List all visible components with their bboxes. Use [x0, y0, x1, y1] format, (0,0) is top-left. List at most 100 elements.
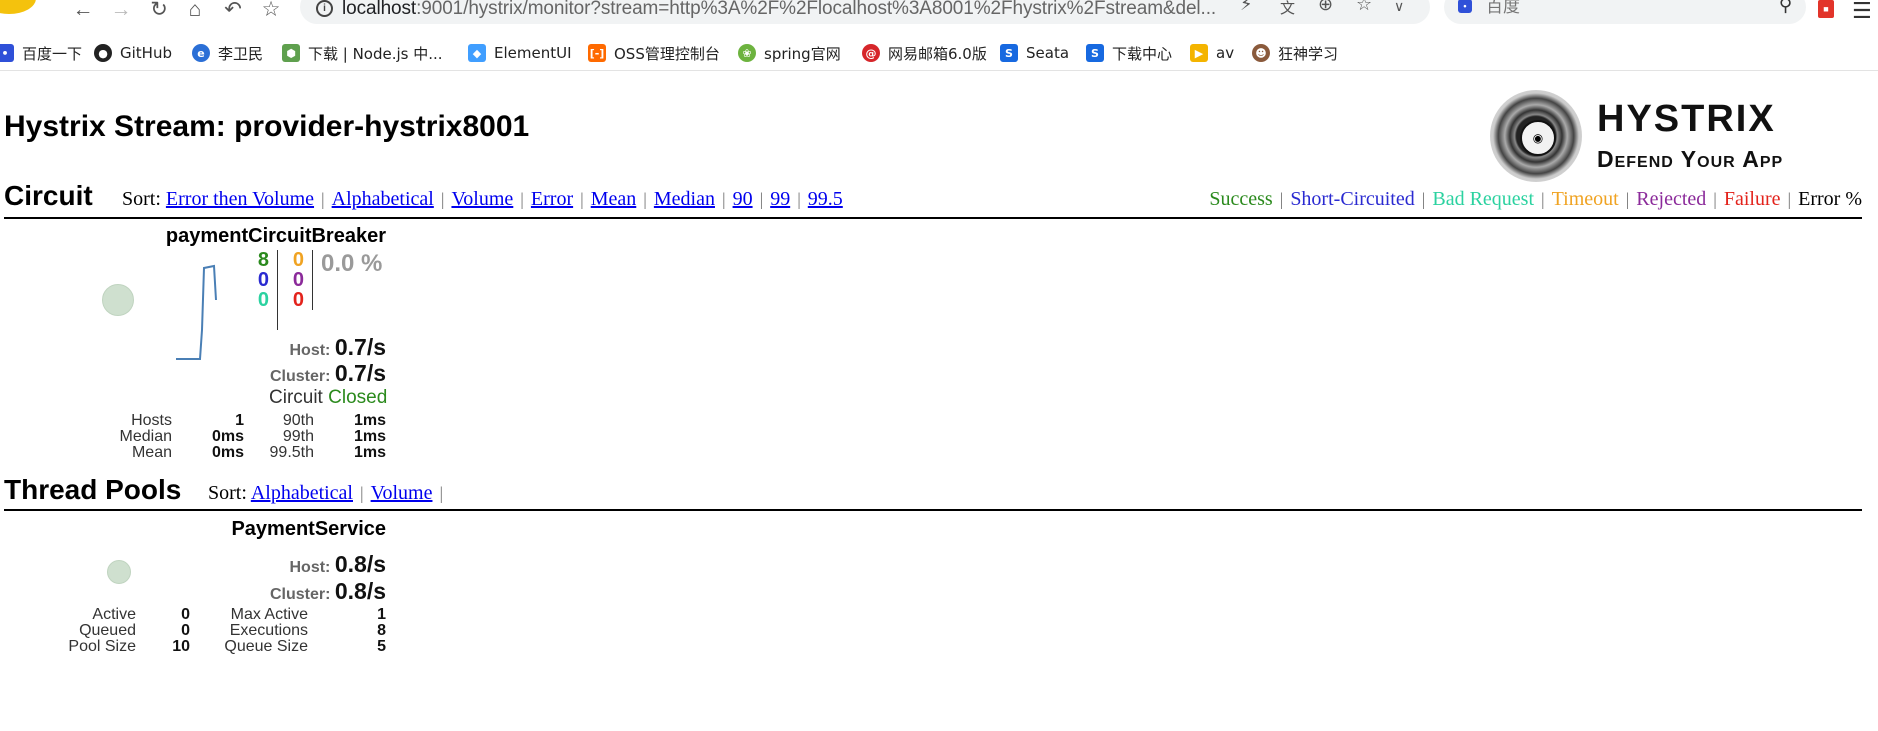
pool-size-value: 10	[172, 638, 190, 655]
undo-icon[interactable]: ↶	[220, 0, 246, 20]
cluster-rate-row: Cluster: 0.7/s	[200, 360, 386, 387]
bookmark-item[interactable]: ▶ av	[1190, 42, 1234, 64]
pool-host-rate: 0.8/s	[334, 551, 386, 577]
browser-logo-icon	[0, 0, 36, 17]
sort-mean[interactable]: Mean	[591, 188, 637, 210]
sort-error[interactable]: Error	[531, 188, 573, 210]
bookmark-item[interactable]: [-] OSS管理控制台	[588, 42, 720, 64]
sort-90[interactable]: 90	[733, 188, 753, 210]
bookmark-label: OSS管理控制台	[614, 44, 720, 63]
bookmark-label: av	[1216, 44, 1235, 62]
sort-label: Sort:	[122, 188, 161, 210]
health-circle	[102, 284, 134, 316]
active-label: Active	[92, 606, 136, 623]
thread-pools-sort-bar: Sort: Alphabetical | Volume |	[208, 482, 444, 504]
bookmark-item[interactable]: • 百度一下	[0, 42, 82, 64]
bookmark-label: 狂神学习	[1278, 44, 1339, 63]
sort-error-then-volume[interactable]: Error then Volume	[166, 188, 314, 210]
sort-label: Sort:	[208, 482, 247, 504]
pool-sort-alphabetical[interactable]: Alphabetical	[251, 482, 353, 504]
baidu-icon: •	[0, 44, 14, 62]
bookmark-item[interactable]: ◆ ElementUI	[468, 42, 572, 64]
favorite-star-icon[interactable]: ☆	[1356, 0, 1372, 15]
hystrix-porcupine-icon: ◉	[1490, 90, 1582, 182]
bookmark-item[interactable]: ☻ 狂神学习	[1252, 42, 1338, 64]
pool-size-label: Pool Size	[68, 638, 136, 655]
rejected-count: 0	[292, 269, 304, 291]
legend-failure: Failure	[1723, 188, 1781, 210]
reload-icon[interactable]: ↻	[146, 0, 172, 20]
site-info-icon[interactable]: i	[316, 0, 333, 17]
cluster-rate: 0.7/s	[334, 360, 386, 386]
max-active-label: Max Active	[230, 606, 308, 623]
sort-99[interactable]: 99	[770, 188, 790, 210]
legend-error-percent: Error %	[1798, 188, 1862, 210]
hosts-value: 1	[235, 412, 244, 429]
mean-label: Mean	[131, 444, 172, 461]
circuit-section-header: Circuit Sort: Error then Volume | Alphabet…	[4, 180, 1862, 216]
bookmark-item[interactable]: ● GitHub	[94, 42, 172, 64]
bookmark-item[interactable]: S Seata	[1000, 42, 1069, 64]
bookmark-item[interactable]: ⬢ 下载 | Node.js 中...	[282, 42, 443, 64]
circuit-divider	[4, 217, 1862, 219]
github-icon: ●	[94, 44, 112, 62]
translate-icon[interactable]: 文	[1280, 0, 1295, 18]
bookmark-star-icon[interactable]: ☆	[258, 0, 284, 20]
sort-99-5[interactable]: 99.5	[808, 188, 843, 210]
pool-name: PaymentService	[231, 518, 386, 540]
p99-label: 99th	[282, 428, 314, 445]
back-arrow-icon[interactable]: ←	[70, 0, 96, 20]
sort-median[interactable]: Median	[654, 188, 715, 210]
bookmark-label: 李卫民	[218, 44, 264, 63]
bookmark-label: 网易邮箱6.0版	[888, 44, 987, 63]
search-icon[interactable]: ⚲	[1779, 0, 1792, 16]
success-count: 8	[257, 249, 269, 271]
pool-host-rate-row: Host: 0.8/s	[200, 551, 387, 578]
browser-toolbar: ← → ↻ ⌂ ↶ ☆ i localhost:9001/hystrix/mon…	[0, 0, 1878, 28]
bookmark-item[interactable]: S 下载中心	[1086, 42, 1172, 64]
pool-sort-volume[interactable]: Volume	[371, 482, 433, 504]
bookmark-label: spring官网	[764, 44, 841, 63]
sort-volume[interactable]: Volume	[451, 188, 513, 210]
counts-divider	[277, 250, 278, 330]
bookmark-item[interactable]: e 李卫民	[192, 42, 263, 64]
zoom-icon[interactable]: ⊕	[1318, 0, 1333, 15]
sort-alphabetical[interactable]: Alphabetical	[332, 188, 434, 210]
netease-icon: @	[862, 44, 880, 62]
active-value: 0	[181, 606, 190, 623]
nodejs-icon: ⬢	[282, 44, 300, 62]
bookmark-label: 下载 | Node.js 中...	[308, 44, 443, 63]
search-input[interactable]	[1484, 0, 1748, 18]
bookmark-label: 下载中心	[1112, 44, 1173, 63]
host-rate-row: Host: 0.7/s	[200, 334, 387, 361]
lightning-icon[interactable]: ⚡	[1240, 0, 1253, 15]
bookmark-label: ElementUI	[494, 44, 572, 62]
menu-icon[interactable]: ☰	[1852, 0, 1872, 24]
pool-cluster-rate: 0.8/s	[334, 578, 386, 604]
circuit-sort-bar: Sort: Error then Volume | Alphabetical | Vol…	[122, 188, 843, 210]
circuit-status-label: Circuit	[269, 387, 323, 408]
counts-col-1: 8 0 0	[245, 250, 269, 310]
address-bar[interactable]: i localhost:9001/hystrix/monitor?stream=…	[300, 0, 1430, 24]
bookmark-item[interactable]: @ 网易邮箱6.0版	[862, 42, 987, 64]
chevron-down-icon[interactable]: ∨	[1394, 0, 1404, 15]
forward-arrow-icon[interactable]: →	[108, 0, 134, 20]
pdf-extension-icon[interactable]: ■	[1818, 0, 1834, 18]
p90-label: 90th	[282, 412, 314, 429]
short-circuited-count: 0	[257, 269, 269, 291]
legend-bad-request: Bad Request	[1432, 188, 1535, 210]
bookmarks-bar: • 百度一下 ● GitHub e 李卫民 ⬢ 下载 | Node.js 中... ◆ E…	[0, 36, 1878, 71]
baidu-engine-icon[interactable]: •	[1458, 0, 1472, 13]
failure-count: 0	[292, 289, 304, 311]
url-text[interactable]: localhost:9001/hystrix/monitor?stream=ht…	[342, 0, 1216, 20]
p995-value: 1ms	[353, 444, 386, 461]
edge-icon: e	[192, 44, 210, 62]
search-box[interactable]: • ⚲	[1444, 0, 1806, 24]
home-icon[interactable]: ⌂	[182, 0, 208, 20]
bookmark-item[interactable]: ❀ spring官网	[738, 42, 841, 64]
thread-pools-divider	[4, 509, 1862, 511]
error-divider	[312, 250, 313, 310]
circuit-heading: Circuit	[4, 180, 93, 211]
queued-value: 0	[181, 622, 190, 639]
hystrix-logo: ◉ HYSTRIX Defend Your App	[1490, 90, 1865, 182]
